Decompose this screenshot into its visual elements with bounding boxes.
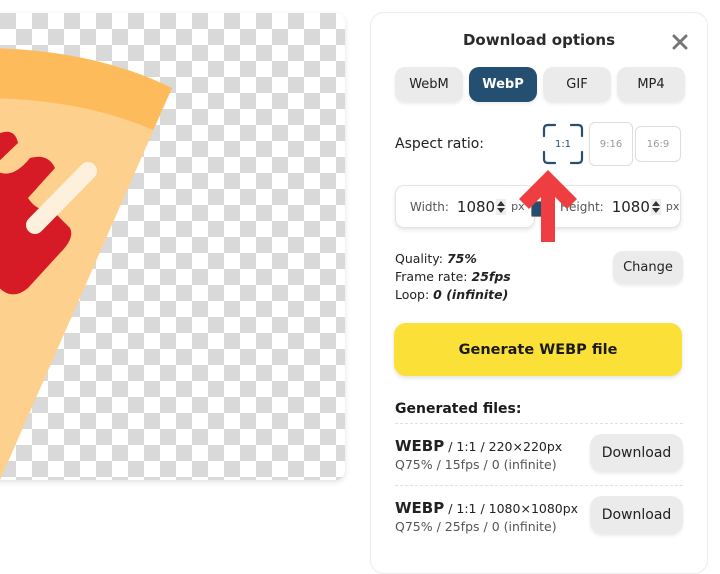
generated-file-item: WEBP / 1:1 / 1080×1080px Q75% / 25fps / … xyxy=(395,485,683,546)
format-selector: WebM WebP GIF MP4 xyxy=(395,67,685,102)
loop-value: 0 (infinite) xyxy=(433,287,509,302)
width-stepper[interactable] xyxy=(496,198,507,215)
height-unit: px xyxy=(665,200,680,213)
frame-rate-value: 25fps xyxy=(471,269,511,284)
loop-row: Loop: 0 (infinite) xyxy=(395,286,511,304)
generated-file-item: WEBP / 1:1 / 220×220px Q75% / 15fps / 0 … xyxy=(395,423,683,484)
panel-title: Download options xyxy=(462,31,616,49)
file-details: Q75% / 15fps / 0 (infinite) xyxy=(395,457,557,472)
change-settings-button[interactable]: Change xyxy=(613,251,683,284)
close-icon xyxy=(672,34,688,50)
height-stepper[interactable] xyxy=(650,198,661,215)
image-preview-canvas xyxy=(0,13,345,480)
pizza-slice-image xyxy=(0,48,172,480)
quality-value: 75% xyxy=(446,251,477,266)
aspect-ratio-9-16-label: 9:16 xyxy=(599,138,623,150)
download-button[interactable]: Download xyxy=(590,496,683,534)
format-webp-button[interactable]: WebP xyxy=(469,67,537,102)
frame-rate-row: Frame rate: 25fps xyxy=(395,268,511,286)
format-mp4-button[interactable]: MP4 xyxy=(617,67,685,102)
aspect-ratio-1-1-option[interactable]: 1:1 xyxy=(541,122,585,166)
file-details: Q75% / 25fps / 0 (infinite) xyxy=(395,519,557,534)
width-label: Width: xyxy=(410,199,449,214)
aspect-ratio-16-9-label: 16:9 xyxy=(646,138,670,150)
download-button[interactable]: Download xyxy=(590,434,683,472)
file-format: WEBP xyxy=(395,437,445,455)
quality-label: Quality: xyxy=(395,251,443,266)
height-input[interactable]: 1080 xyxy=(612,198,650,216)
generate-file-button[interactable]: Generate WEBP file xyxy=(394,323,682,376)
file-summary: WEBP / 1:1 / 1080×1080px xyxy=(395,499,578,517)
loop-label: Loop: xyxy=(395,287,430,302)
format-gif-button[interactable]: GIF xyxy=(543,67,611,102)
quality-row: Quality: 75% xyxy=(395,250,511,268)
file-meta: / 1:1 / 220×220px xyxy=(444,439,563,454)
file-summary: WEBP / 1:1 / 220×220px xyxy=(395,437,562,455)
height-label: Height: xyxy=(560,199,604,214)
close-button[interactable] xyxy=(671,33,689,51)
width-unit: px xyxy=(511,200,525,213)
frame-rate-label: Frame rate: xyxy=(395,269,468,284)
download-options-panel: Download options WebM WebP GIF MP4 Aspec… xyxy=(370,12,708,574)
generated-files-heading: Generated files: xyxy=(395,401,522,417)
file-meta: / 1:1 / 1080×1080px xyxy=(444,501,579,516)
width-field[interactable]: Width: 1080 px xyxy=(395,185,535,228)
aspect-ratio-1-1-label: 1:1 xyxy=(554,138,572,150)
height-field[interactable]: Height: 1080 px xyxy=(541,185,681,228)
format-webm-button[interactable]: WebM xyxy=(395,67,463,102)
aspect-ratio-9-16-option[interactable]: 9:16 xyxy=(589,122,633,166)
aspect-ratio-label: Aspect ratio: xyxy=(395,136,485,152)
file-format: WEBP xyxy=(395,499,445,517)
export-settings-summary: Quality: 75% Frame rate: 25fps Loop: 0 (… xyxy=(395,250,511,304)
width-input[interactable]: 1080 xyxy=(457,198,495,216)
aspect-ratio-16-9-option[interactable]: 16:9 xyxy=(635,126,681,162)
